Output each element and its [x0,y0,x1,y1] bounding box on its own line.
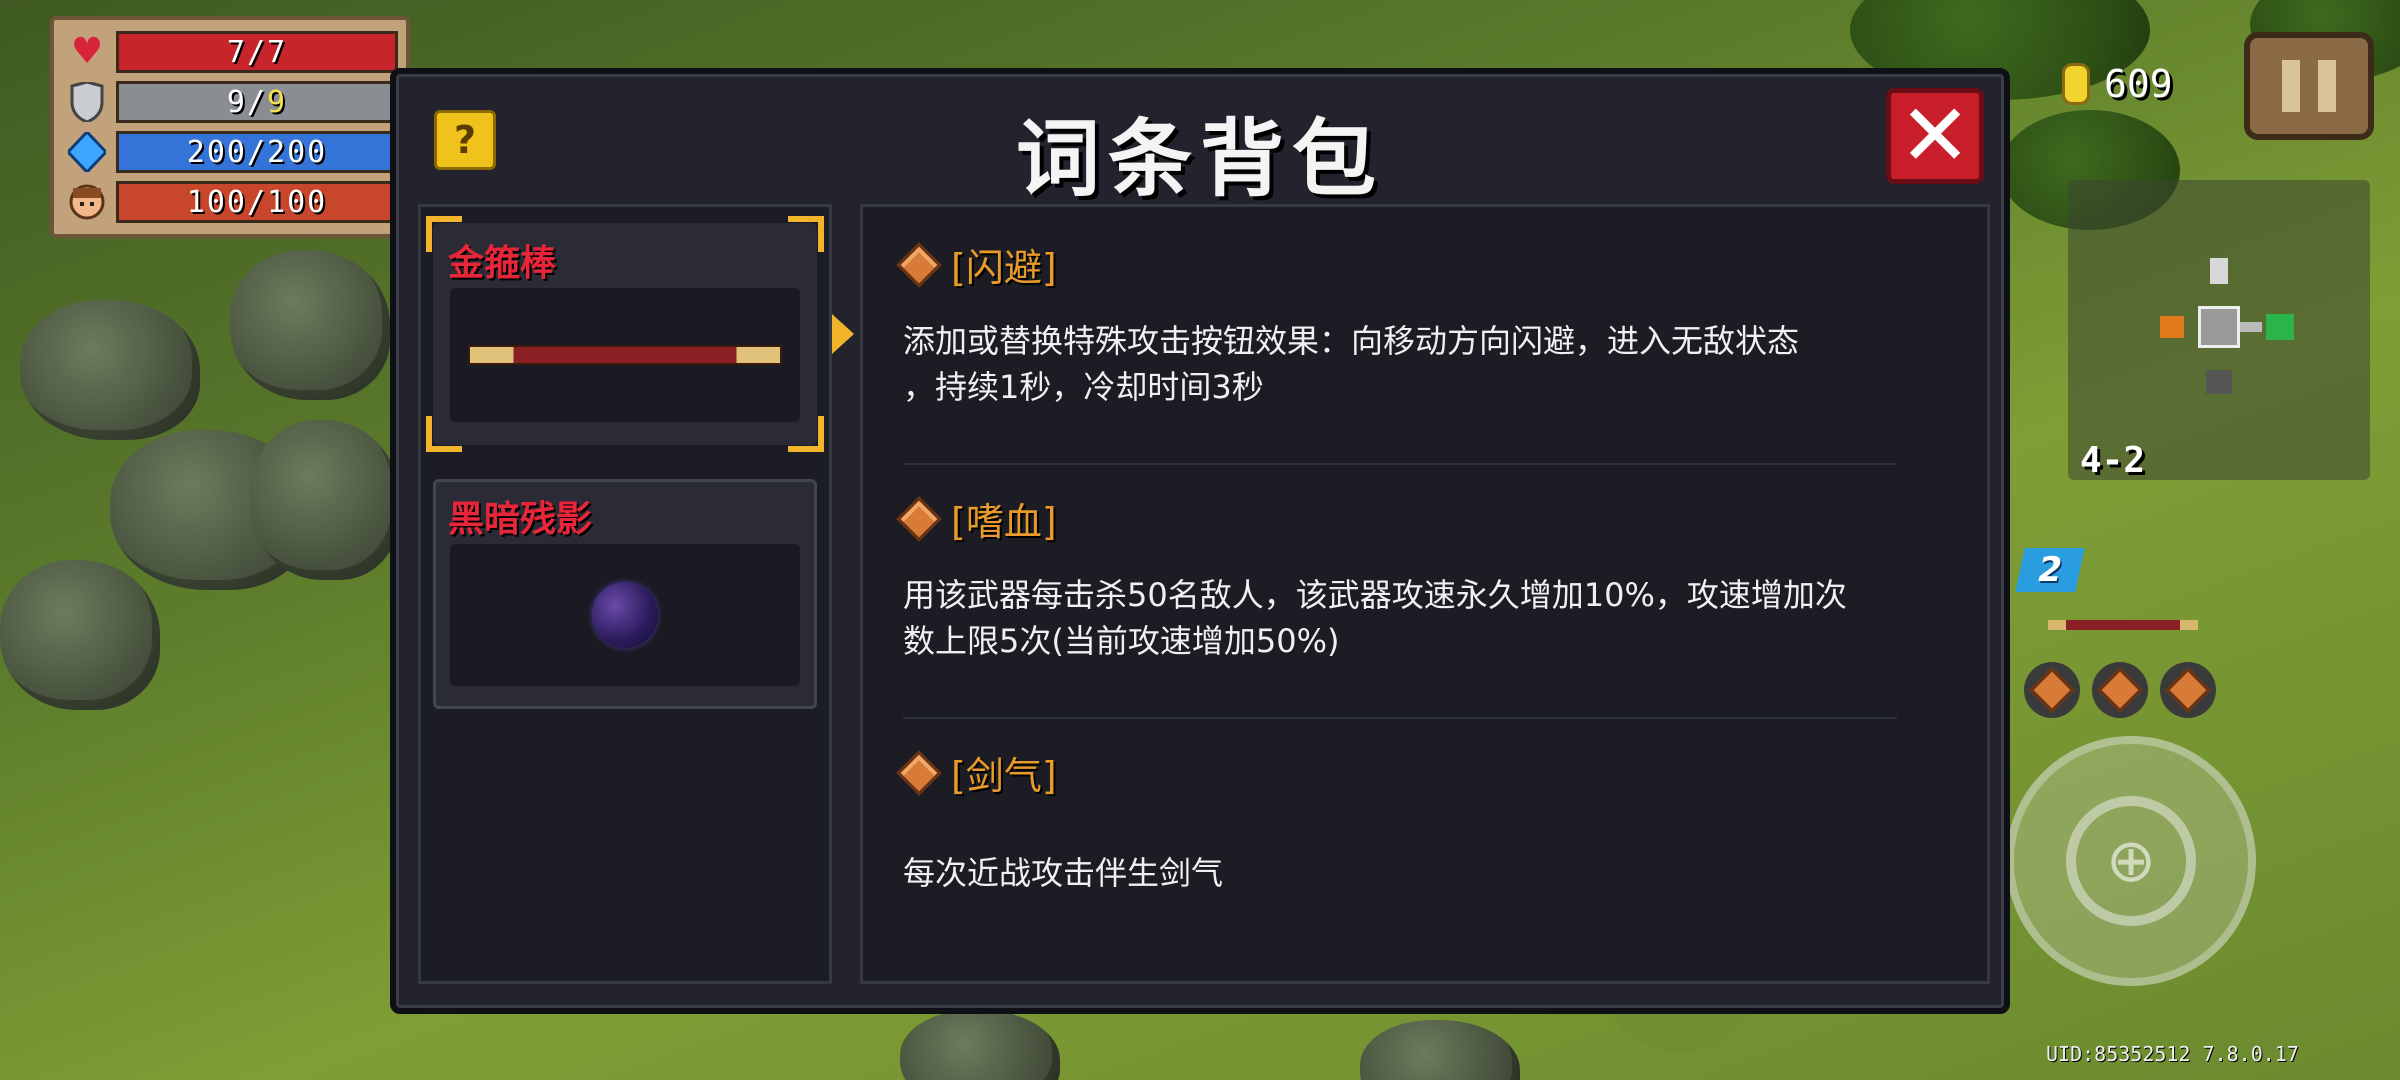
affix-gem-icon [896,749,942,796]
selection-corner [788,216,824,252]
divider [903,717,1897,719]
rock [230,250,390,400]
affix-description: 用该武器每击杀50名敌人，该武器攻速永久增加10%，攻速增加次 数上限5次(当前… [903,576,1847,660]
buff-gem-icon [2024,662,2080,718]
pause-icon [2282,60,2300,112]
affix-name: [剑气] [951,754,1057,798]
affix-entry: [闪避] 添加或替换特殊攻击按钮效果：向移动方向闪避，进入无敌状态 ，持续1秒，… [896,237,1957,410]
affix-gem-icon [896,495,942,542]
hp-value: 7/7 [226,34,288,70]
rock [0,560,160,710]
buff-gem-icon [2092,662,2148,718]
item-name: 黑暗残影 [448,499,593,540]
extra-row: 100/100 [64,178,398,226]
minimap-corridor [2240,322,2262,332]
affix-name: [嗜血] [951,500,1057,544]
item-image [450,544,800,686]
energy-value: 200/200 [186,134,328,170]
hp-row: ♥ 7/7 [64,28,398,76]
extra-value: 100/100 [186,184,328,220]
affix-description: 每次近战攻击伴生剑气 [903,854,1224,892]
heart-icon: ♥ [70,31,104,72]
armor-bar: 9/9 [116,81,398,123]
shield-icon [64,82,110,122]
minimap[interactable] [2068,180,2370,480]
pause-icon [2318,60,2336,112]
extra-bar: 100/100 [116,181,398,223]
affix-gem-icon [896,241,942,288]
minimap-room [2210,258,2228,284]
minimap-current-room [2198,306,2240,348]
energy-bar: 200/200 [116,131,398,173]
selection-arrow-icon [832,314,854,354]
energy-crystal-icon [64,132,110,172]
player-stats-panel: ♥ 7/7 9/9 200/200 100/100 [50,16,410,238]
armor-value: 9/9 [226,84,288,120]
armor-row: 9/9 [64,78,398,126]
energy-row: 200/200 [64,128,398,176]
minimap-chest-room [2160,316,2184,338]
buff-gem-icon [2160,662,2216,718]
item-card-staff[interactable]: 金箍棒 [426,216,824,452]
coin-value: 609 [2104,62,2173,106]
affix-entry: [嗜血] 用该武器每击杀50名敌人，该武器攻速永久增加10%，攻速增加次 数上限… [896,491,1957,664]
affix-bag-dialog: ? 词条背包 ✕ 金箍棒 黑暗残影 [闪避] 添加或替换特殊攻击按钮效果：向移动… [390,68,2010,1014]
item-list: 金箍棒 黑暗残影 [418,204,832,984]
coin-icon [2062,63,2090,105]
dialog-title: 词条背包 [1015,110,1384,208]
character-face-icon [64,182,110,222]
attack-button[interactable]: ⊕ [2006,736,2256,986]
affix-name: [闪避] [951,246,1057,290]
close-button[interactable]: ✕ [1886,88,1984,184]
affix-description: 添加或替换特殊攻击按钮效果：向移动方向闪避，进入无敌状态 ，持续1秒，冷却时间3… [903,322,1800,406]
dark-orb-icon [592,582,658,648]
hp-bar: 7/7 [116,31,398,73]
level-label: 4-2 [2080,440,2146,481]
weapon-slot-badge: 2 [2015,548,2085,592]
golden-staff-icon [468,345,782,365]
minimap-exit-room [2266,314,2294,340]
affix-entry: [剑气] 每次近战攻击伴生剑气 [896,745,1957,896]
divider [903,463,1897,465]
item-image [450,288,800,422]
rock [250,420,400,580]
affix-details-panel: [闪避] 添加或替换特殊攻击按钮效果：向移动方向闪避，进入无敌状态 ，持续1秒，… [860,204,1990,984]
item-card-dark-shadow[interactable]: 黑暗残影 [433,479,817,709]
rock [20,300,200,440]
coin-counter: 609 [2062,62,2173,106]
crosshair-icon: ⊕ [2066,796,2196,926]
uid-version-text: UID:85352512 7.8.0.17 [2046,1042,2299,1066]
pause-button[interactable] [2244,32,2374,140]
item-name: 金箍棒 [448,243,557,284]
equipped-weapon-icon[interactable] [2048,620,2198,630]
minimap-room [2206,370,2232,394]
